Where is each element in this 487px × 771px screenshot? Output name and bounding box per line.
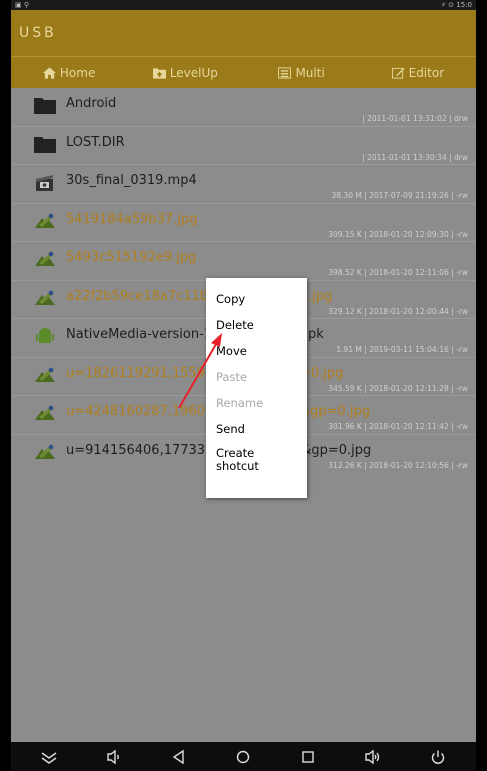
editor-button[interactable]: Editor: [360, 57, 476, 88]
file-name: 5419184a59b37.jpg: [66, 211, 198, 227]
volume-down-button[interactable]: [102, 747, 126, 767]
status-bar: ▣ ⚲ ⚡ ⊙ 15:0: [11, 0, 476, 10]
home-circle-icon: [237, 750, 250, 763]
image-file-icon: [35, 405, 55, 420]
volume-down-icon: [107, 749, 119, 764]
file-name: 5493c515192e9.jpg: [66, 250, 197, 265]
file-meta: | 2011-01-01 13:30:34 | drw: [362, 152, 468, 162]
collapse-icon: [41, 751, 57, 764]
file-meta: 38.30 M | 2017-07-09 21:19:26 | -rw: [331, 191, 469, 200]
collapse-button[interactable]: [37, 747, 61, 767]
menu-item-create-shortcut[interactable]: Create shotcut: [206, 442, 307, 478]
file-row[interactable]: LOST.DIR | 2011-01-01 13:30:34 | drw: [11, 127, 476, 165]
image-file-icon: [35, 213, 55, 228]
file-meta: 312.26 K | 2018-01-20 12:10:56 | -rw: [328, 460, 468, 470]
menu-item-send[interactable]: Send: [206, 416, 307, 442]
menu-item-copy[interactable]: Copy: [206, 286, 307, 312]
multi-select-icon: [278, 66, 292, 79]
home-icon: [42, 66, 56, 79]
folder-icon: [34, 98, 56, 114]
file-row[interactable]: 5419184a59b37.jpg 309.15 K | 2018-01-20 …: [11, 204, 476, 242]
navigation-bar: [11, 742, 476, 771]
recents-icon: [302, 750, 314, 763]
edit-icon: [391, 67, 405, 79]
status-right-icons: ⚡ ⊙ 15:0: [441, 1, 472, 9]
file-meta: 1.91 M | 2019-03-11 15:04:16 | -rw: [336, 345, 468, 354]
file-row[interactable]: 30s_final_0319.mp4 38.30 M | 2017-07-09 …: [11, 165, 476, 204]
menu-item-delete[interactable]: Delete: [206, 312, 307, 338]
app-window: ▣ ⚲ ⚡ ⊙ 15:0 USB Home LevelUp Multi Edit…: [11, 0, 476, 771]
file-name: u=4248160287,19605: [66, 404, 214, 419]
levelup-button-label: LevelUp: [169, 65, 218, 80]
video-file-icon: [36, 175, 53, 191]
file-meta: 301.96 K | 2018-01-20 12:11:42 | -rw: [328, 422, 468, 431]
menu-item-move[interactable]: Move: [206, 338, 307, 364]
volume-up-icon: [365, 749, 380, 764]
multi-button-label: Multi: [295, 65, 325, 80]
power-icon: [431, 750, 444, 764]
file-name-tail: &gp=0.jpg: [300, 404, 371, 419]
file-meta: 329.12 K | 2018-01-20 12:00:44 | -rw: [328, 306, 468, 316]
image-file-icon: [35, 444, 55, 459]
android-apk-icon: [36, 328, 54, 343]
home-button-label: Home: [59, 65, 96, 80]
file-meta: 345.59 K | 2018-01-20 12:11:28 | -rw: [328, 383, 468, 393]
app-title: USB: [19, 25, 57, 41]
context-menu: Copy Delete Move Paste Rename Send Creat…: [206, 278, 307, 498]
power-button[interactable]: [426, 747, 450, 767]
file-row[interactable]: Android | 2011-01-01 13:31:02 | drw: [11, 88, 476, 127]
image-file-icon: [35, 290, 55, 305]
folder-icon: [34, 136, 56, 153]
editor-button-label: Editor: [408, 65, 445, 80]
file-name: NativeMedia-version-1: [66, 327, 213, 342]
menu-item-create-shortcut-line2: shotcut: [216, 459, 259, 473]
levelup-button[interactable]: LevelUp: [127, 57, 243, 88]
title-bar: USB: [11, 10, 476, 56]
multi-button[interactable]: Multi: [244, 57, 360, 88]
file-meta: | 2011-01-01 13:31:02 | drw: [362, 114, 468, 123]
file-name: u=1826119291,15597: [66, 365, 214, 381]
back-button[interactable]: [167, 747, 191, 767]
image-file-icon: [35, 251, 55, 266]
volume-up-button[interactable]: [361, 747, 385, 767]
back-icon: [172, 749, 184, 764]
recents-button[interactable]: [296, 747, 320, 767]
file-row[interactable]: 5493c515192e9.jpg 398.52 K | 2018-01-20 …: [11, 242, 476, 281]
image-file-icon: [35, 367, 55, 382]
status-left-icons: ▣ ⚲: [15, 1, 29, 9]
file-name: a22f2b59ce18a7c11b: [66, 288, 209, 304]
file-name: 30s_final_0319.mp4: [66, 173, 197, 188]
home-button[interactable]: Home: [11, 57, 127, 88]
file-meta: 309.15 K | 2018-01-20 12:09:30 | -rw: [328, 229, 468, 239]
file-meta: 398.52 K | 2018-01-20 12:11:06 | -rw: [328, 268, 468, 277]
home-nav-button[interactable]: [231, 747, 255, 767]
menu-item-paste: Paste: [216, 370, 248, 384]
toolbar: Home LevelUp Multi Editor: [11, 56, 476, 88]
folder-up-icon: [152, 67, 166, 79]
menu-item-rename: Rename: [216, 396, 264, 410]
file-name: Android: [66, 96, 117, 111]
file-name: LOST.DIR: [66, 134, 125, 150]
